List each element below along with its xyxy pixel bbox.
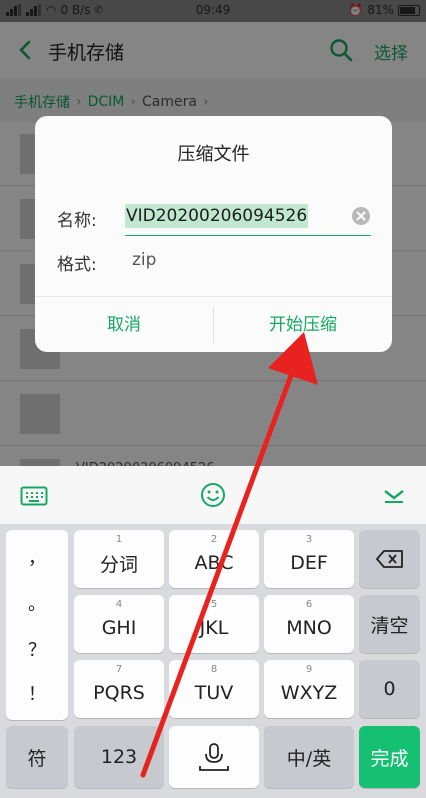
key-3-def[interactable]: 3 DEF xyxy=(264,530,354,588)
start-compress-button[interactable]: 开始压缩 xyxy=(214,297,392,353)
space-voice-key[interactable] xyxy=(169,726,259,788)
key-8-tuv[interactable]: 8 TUV xyxy=(169,660,259,718)
key-7-pqrs[interactable]: 7 PQRS xyxy=(74,660,164,718)
punct-comma-key[interactable]: ， xyxy=(6,544,68,570)
ime-keyboard: ， 。 ？ ！ 1 分词 2 ABC 3 DEF 4 GHI 5 JKL 6 M… xyxy=(0,524,426,798)
key-4-ghi[interactable]: 4 GHI xyxy=(74,595,164,653)
collapse-keyboard-icon[interactable] xyxy=(382,486,406,504)
emoji-icon[interactable] xyxy=(200,482,226,508)
punct-period-key[interactable]: 。 xyxy=(6,590,68,616)
dialog-title: 压缩文件 xyxy=(177,144,250,165)
number-mode-key[interactable]: 123 xyxy=(74,726,164,788)
dialog-buttons: 取消 开始压缩 xyxy=(35,296,392,352)
microphone-icon xyxy=(199,743,229,771)
format-label: 格式: xyxy=(57,255,97,275)
cancel-button[interactable]: 取消 xyxy=(35,297,213,353)
punctuation-column: ， 。 ？ ！ xyxy=(6,530,68,720)
key-6-mno[interactable]: 6 MNO xyxy=(264,595,354,653)
key-1-segment[interactable]: 1 分词 xyxy=(74,530,164,588)
zero-key[interactable]: 0 xyxy=(359,660,420,718)
keyboard-icon[interactable] xyxy=(20,486,48,506)
format-value: zip xyxy=(132,250,157,270)
done-key[interactable]: 完成 xyxy=(359,726,420,788)
backspace-key[interactable] xyxy=(359,530,420,588)
compress-dialog: 压缩文件 名称: VID20200206094526 格式: zip 取消 开始… xyxy=(35,116,392,352)
name-input-value[interactable]: VID20200206094526 xyxy=(125,204,309,228)
key-2-abc[interactable]: 2 ABC xyxy=(169,530,259,588)
punct-question-key[interactable]: ？ xyxy=(6,636,68,662)
language-switch-key[interactable]: 中/英 xyxy=(264,726,354,788)
symbol-key[interactable]: 符 xyxy=(6,726,68,788)
clear-icon[interactable] xyxy=(351,206,371,226)
clear-all-key[interactable]: 清空 xyxy=(359,595,420,653)
keyboard-toolbar xyxy=(0,466,426,524)
name-label: 名称: xyxy=(57,211,97,231)
punct-exclaim-key[interactable]: ！ xyxy=(6,680,68,706)
backspace-icon xyxy=(375,550,403,568)
key-5-jkl[interactable]: 5 JKL xyxy=(169,595,259,653)
name-input[interactable]: VID20200206094526 xyxy=(125,200,371,236)
key-9-wxyz[interactable]: 9 WXYZ xyxy=(264,660,354,718)
